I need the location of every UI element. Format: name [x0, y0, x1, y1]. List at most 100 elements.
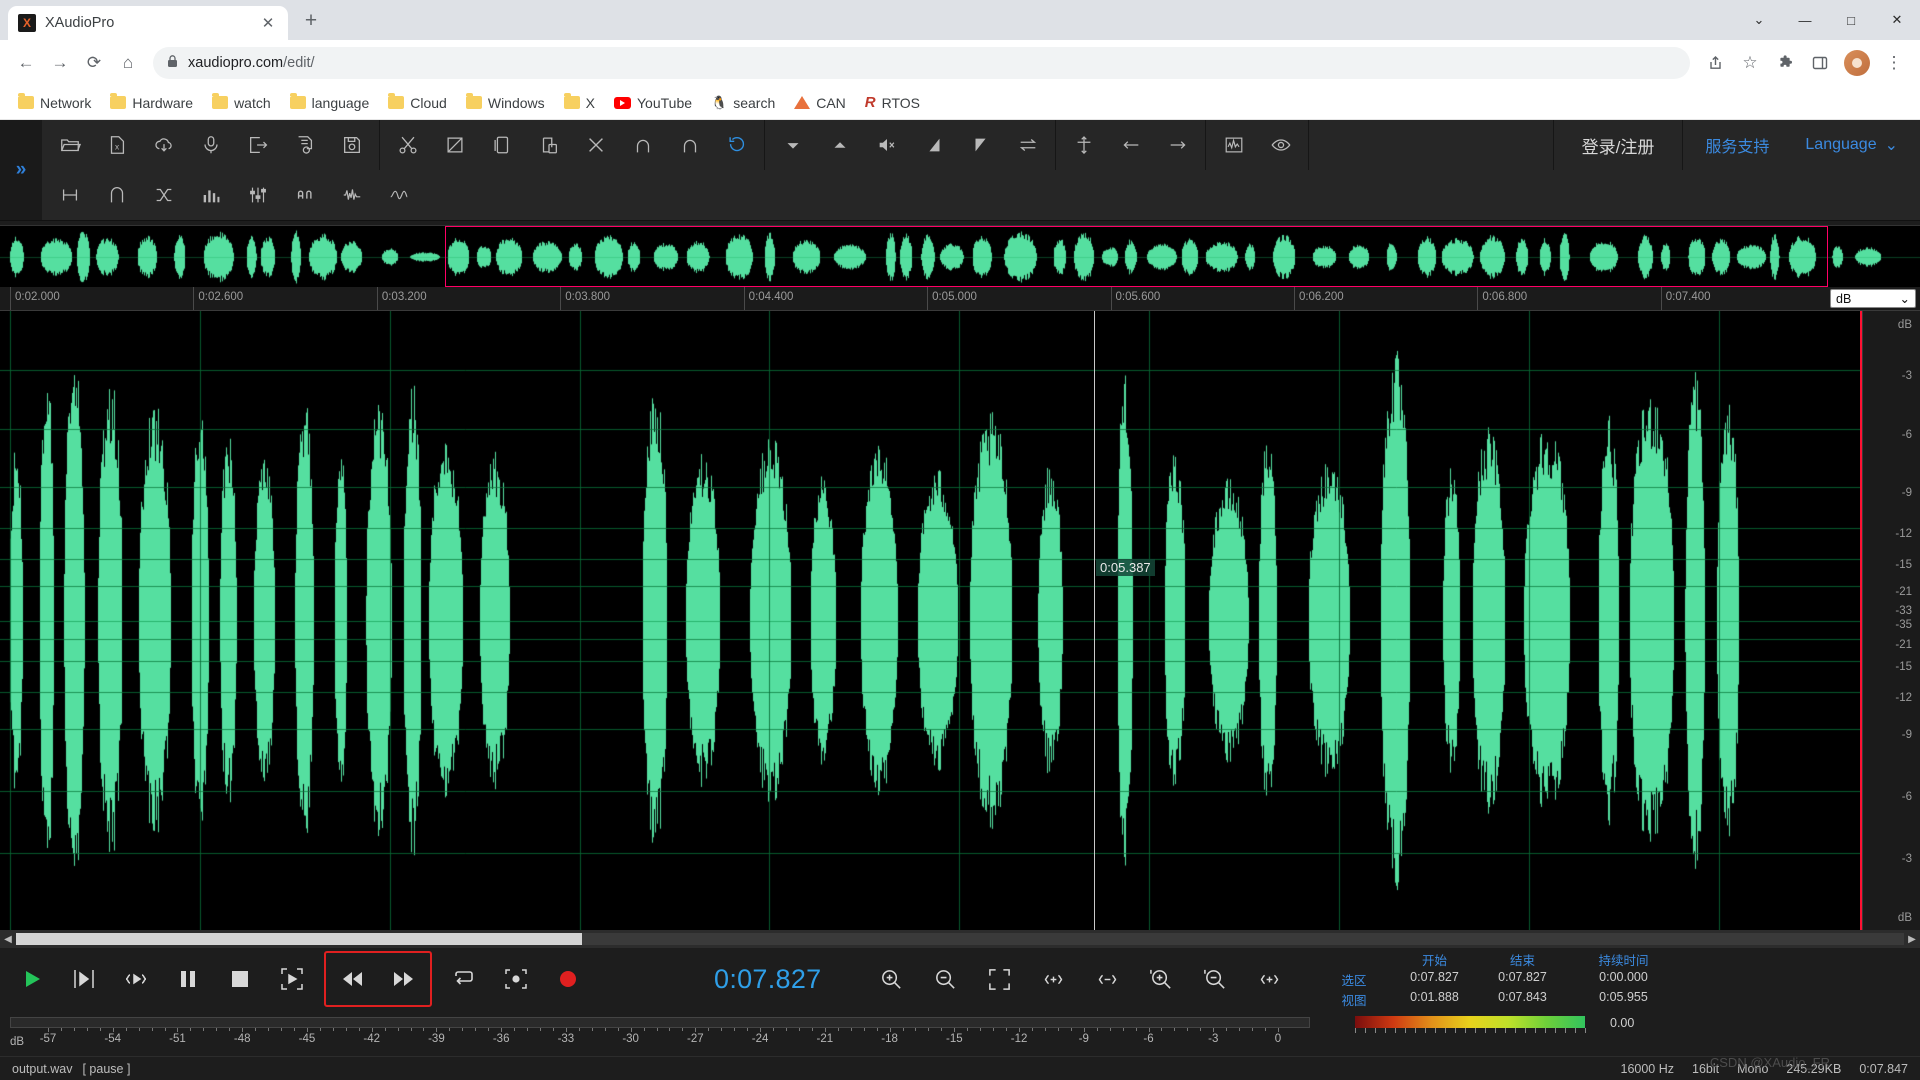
fast-forward-button[interactable] — [378, 953, 430, 1005]
zoom-out-region-icon[interactable] — [1190, 953, 1242, 1005]
reload-icon[interactable]: ⟳ — [78, 47, 110, 79]
expand-sidebar-icon[interactable]: » — [0, 120, 42, 220]
address-bar[interactable]: xaudiopro.com/edit/ — [153, 47, 1690, 79]
horizontal-scrollbar[interactable]: ◀ ▶ — [0, 930, 1920, 948]
meter-minor-tick — [980, 1027, 982, 1031]
move-icon[interactable] — [1060, 124, 1107, 166]
bookmark-watch[interactable]: watch — [204, 91, 279, 115]
export-icon[interactable] — [234, 124, 281, 166]
noise-reduce-icon[interactable] — [281, 174, 328, 216]
bookmark-language[interactable]: language — [282, 91, 378, 115]
new-tab-button[interactable]: + — [294, 4, 328, 38]
zoom-in-icon[interactable] — [866, 953, 918, 1005]
db-unit-select[interactable]: dB ⌄ — [1830, 289, 1916, 308]
fade-out-icon[interactable] — [957, 124, 1004, 166]
bookmark-can[interactable]: CAN — [786, 91, 854, 115]
bookmark-youtube[interactable]: YouTube — [606, 91, 700, 115]
rewind-button[interactable] — [326, 953, 378, 1005]
scroll-right-icon[interactable]: ▶ — [1904, 934, 1920, 945]
profile-avatar[interactable] — [1844, 50, 1870, 76]
loop-button[interactable] — [438, 953, 490, 1005]
volume-up-icon[interactable] — [816, 124, 863, 166]
equalizer-icon[interactable] — [187, 174, 234, 216]
timeline-ruler[interactable]: 0:02.000 0:02.600 0:03.200 0:03.800 0:04.400… — [0, 287, 1920, 311]
pause-button[interactable] — [162, 953, 214, 1005]
cut-icon[interactable] — [384, 124, 431, 166]
db-meter[interactable]: -57 -54 -51 -48 -45 -42 -39 -36 -33 -30 -27 -24 -21-… — [0, 1016, 1320, 1050]
side-panel-icon[interactable] — [1804, 47, 1836, 79]
import-file-icon[interactable]: x — [93, 124, 140, 166]
delete-icon[interactable] — [572, 124, 619, 166]
redo-icon[interactable] — [666, 124, 713, 166]
bookmark-x[interactable]: X — [556, 91, 603, 115]
spectrum-icon[interactable] — [328, 174, 375, 216]
snap-icon[interactable] — [93, 174, 140, 216]
forward-icon[interactable]: → — [44, 47, 76, 79]
minimize-button[interactable]: — — [1782, 0, 1828, 40]
zoom-full-icon[interactable] — [1244, 953, 1296, 1005]
play-zoom-button[interactable] — [266, 953, 318, 1005]
bookmark-label: language — [311, 94, 370, 111]
playhead-cursor[interactable] — [1094, 311, 1096, 930]
share-icon[interactable] — [1699, 47, 1731, 79]
language-selector[interactable]: Language ⌄ — [1791, 120, 1920, 170]
paste-icon[interactable] — [525, 124, 572, 166]
cloud-download-icon[interactable] — [140, 124, 187, 166]
volume-down-icon[interactable] — [769, 124, 816, 166]
home-icon[interactable]: ⌂ — [112, 47, 144, 79]
save-file-icon[interactable] — [328, 124, 375, 166]
zoom-out-selection-icon[interactable] — [1082, 953, 1134, 1005]
scrollbar-track[interactable] — [16, 933, 1904, 945]
shift-left-icon[interactable] — [1107, 124, 1154, 166]
play-selection-button[interactable] — [58, 953, 110, 1005]
play-button[interactable] — [6, 953, 58, 1005]
bookmark-windows[interactable]: Windows — [458, 91, 553, 115]
mixer-icon[interactable] — [234, 174, 281, 216]
undo-icon[interactable] — [619, 124, 666, 166]
mute-icon[interactable] — [863, 124, 910, 166]
reset-icon[interactable] — [713, 124, 760, 166]
record-button[interactable] — [542, 953, 594, 1005]
support-link[interactable]: 服务支持 — [1683, 120, 1791, 170]
scrollbar-thumb[interactable] — [16, 933, 583, 945]
stop-button[interactable] — [214, 953, 266, 1005]
locate-button[interactable] — [490, 953, 542, 1005]
scroll-left-icon[interactable]: ◀ — [0, 934, 16, 945]
extensions-icon[interactable] — [1769, 47, 1801, 79]
zoom-selection-icon[interactable] — [1028, 953, 1080, 1005]
bookmark-rtos[interactable]: R RTOS — [857, 91, 928, 115]
save-as-icon[interactable] — [281, 124, 328, 166]
tab-close-icon[interactable]: ✕ — [258, 13, 278, 33]
open-file-icon[interactable] — [46, 124, 93, 166]
browser-tab[interactable]: X XAudioPro ✕ — [8, 6, 288, 40]
login-register-button[interactable]: 登录/注册 — [1554, 120, 1684, 170]
waveform-pane[interactable]: 0:05.387 — [0, 311, 1862, 930]
select-range-icon[interactable] — [46, 174, 93, 216]
zoom-out-icon[interactable] — [920, 953, 972, 1005]
preview-icon[interactable] — [1257, 124, 1304, 166]
bookmark-hardware[interactable]: Hardware — [102, 91, 201, 115]
shuffle-icon[interactable] — [140, 174, 187, 216]
current-time-display: 0:07.827 — [714, 963, 822, 994]
bookmark-search[interactable]: 🐧 search — [703, 91, 783, 115]
record-mic-icon[interactable] — [187, 124, 234, 166]
maximize-button[interactable]: □ — [1828, 0, 1874, 40]
play-region-button[interactable] — [110, 953, 162, 1005]
bookmark-star-icon[interactable]: ☆ — [1734, 47, 1766, 79]
zoom-fit-icon[interactable] — [974, 953, 1026, 1005]
zoom-in-region-icon[interactable] — [1136, 953, 1188, 1005]
back-icon[interactable]: ← — [10, 47, 42, 79]
tab-search-icon[interactable]: ⌄ — [1736, 0, 1782, 40]
fade-in-icon[interactable] — [910, 124, 957, 166]
reverse-icon[interactable] — [1004, 124, 1051, 166]
bookmark-network[interactable]: Network — [10, 91, 99, 115]
shift-right-icon[interactable] — [1154, 124, 1201, 166]
bookmark-cloud[interactable]: Cloud — [380, 91, 455, 115]
crop-icon[interactable] — [431, 124, 478, 166]
waveform-view-icon[interactable] — [1210, 124, 1257, 166]
close-window-button[interactable]: ✕ — [1874, 0, 1920, 40]
browser-menu-icon[interactable]: ⋮ — [1878, 47, 1910, 79]
overview-waveform[interactable] — [0, 225, 1920, 288]
copy-icon[interactable] — [478, 124, 525, 166]
envelope-icon[interactable] — [375, 174, 422, 216]
